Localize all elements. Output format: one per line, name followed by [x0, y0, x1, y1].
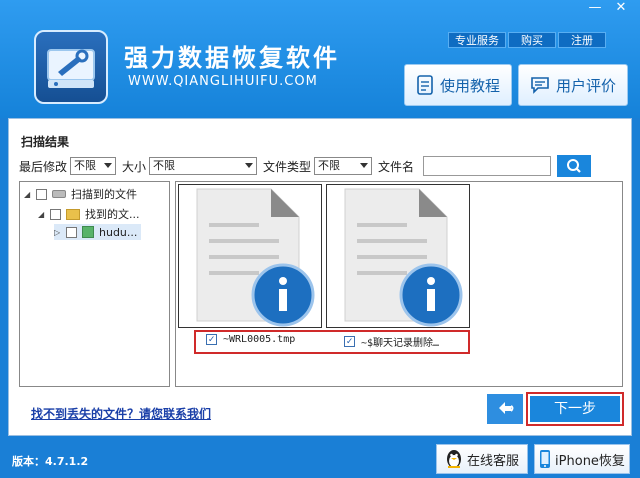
- app-url: WWW.QIANGLIHUIFU.COM: [128, 74, 318, 89]
- expanded-triangle-icon: ◢: [24, 189, 31, 199]
- document-icon: [417, 75, 433, 95]
- type-select[interactable]: 不限: [314, 157, 373, 175]
- phone-icon: [540, 450, 551, 468]
- folder-icon: [66, 208, 80, 220]
- type-label: 文件类型: [263, 159, 312, 174]
- chevron-down-icon: [245, 163, 254, 168]
- review-label: 用户评价: [555, 76, 616, 95]
- next-step-highlight: 下一步: [526, 392, 624, 426]
- tree-leaf-label: hudu...: [99, 225, 138, 239]
- register-link[interactable]: 注册: [558, 32, 606, 48]
- file-checkbox[interactable]: ✓: [206, 334, 217, 345]
- online-service-label: 在线客服: [466, 453, 519, 469]
- file-item[interactable]: ✓ ~WRL0005.tmp: [206, 334, 295, 345]
- collapsed-triangle-icon: ▷: [54, 227, 61, 237]
- file-checkbox[interactable]: ✓: [344, 336, 355, 347]
- tutorial-label: 使用教程: [439, 76, 500, 95]
- chevron-down-icon: [104, 163, 113, 168]
- filename-label: 文件名: [378, 159, 415, 174]
- checkbox[interactable]: [50, 208, 61, 220]
- scan-result-title: 扫描结果: [21, 135, 70, 149]
- pro-service-link[interactable]: 专业服务: [448, 32, 506, 48]
- file-thumbnail[interactable]: [326, 184, 470, 328]
- minimize-button[interactable]: —: [584, 0, 606, 18]
- penguin-icon: [446, 450, 461, 468]
- tree-root[interactable]: ◢ 扫描到的文件: [24, 186, 137, 202]
- top-links: 专业服务 购买 注册: [448, 32, 606, 48]
- type-select-value: 不限: [318, 159, 341, 172]
- comment-icon: [531, 77, 549, 94]
- scan-result-panel: 扫描结果 最后修改 不限 大小 不限 文件类型 不限 文件名 ◢ 扫描到的文件 …: [8, 118, 632, 436]
- modified-label: 最后修改: [19, 159, 68, 174]
- tutorial-button[interactable]: 使用教程: [404, 64, 512, 106]
- file-name: ~WRL0005.tmp: [223, 334, 296, 345]
- file-thumbnail[interactable]: [178, 184, 322, 328]
- iphone-recovery-button[interactable]: iPhone恢复: [534, 444, 630, 474]
- folder-tree: ◢ 扫描到的文件 ◢ 找到的文... ▷ hudu...: [19, 181, 170, 387]
- hard-drive-tool-icon: [47, 49, 95, 88]
- file-info-icon: [196, 188, 315, 327]
- search-icon: [567, 159, 581, 173]
- iphone-recovery-label: iPhone恢复: [555, 453, 625, 469]
- tree-leaf[interactable]: ▷ hudu...: [54, 224, 142, 240]
- size-select[interactable]: 不限: [149, 157, 258, 175]
- file-info-icon: [344, 188, 463, 327]
- tree-child-label: 找到的文...: [85, 208, 140, 221]
- tree-child[interactable]: ◢ 找到的文...: [38, 206, 140, 222]
- expanded-triangle-icon: ◢: [38, 209, 45, 219]
- file-grid: ✓ ~WRL0005.tmp ✓ ~$聊天记录删除…: [175, 181, 623, 387]
- close-button[interactable]: ✕: [610, 0, 632, 18]
- size-select-value: 不限: [153, 159, 176, 172]
- filter-row: 最后修改 不限 大小 不限 文件类型 不限 文件名: [19, 155, 592, 177]
- header: 强力数据恢复软件 WWW.QIANGLIHUIFU.COM — ✕ 专业服务 购…: [0, 0, 640, 118]
- next-step-button[interactable]: 下一步: [530, 396, 620, 422]
- modified-select-value: 不限: [74, 159, 97, 172]
- search-button[interactable]: [557, 155, 592, 177]
- online-service-button[interactable]: 在线客服: [436, 444, 528, 474]
- folder-green-icon: [82, 226, 94, 238]
- checkbox[interactable]: [66, 226, 77, 238]
- contact-help-link[interactable]: 找不到丢失的文件？请您联系我们: [31, 405, 211, 422]
- buy-link[interactable]: 购买: [508, 32, 556, 48]
- size-label: 大小: [122, 159, 147, 174]
- file-item[interactable]: ✓ ~$聊天记录删除…: [344, 334, 439, 349]
- filename-input[interactable]: [423, 156, 552, 176]
- review-button[interactable]: 用户评价: [518, 64, 628, 106]
- tree-root-label: 扫描到的文件: [71, 188, 137, 201]
- file-name: ~$聊天记录删除…: [361, 338, 440, 349]
- app-logo: [34, 30, 108, 104]
- app-title: 强力数据恢复软件: [124, 44, 340, 72]
- drive-icon: [52, 190, 66, 198]
- back-arrow-icon: [499, 402, 514, 414]
- version-label: 版本：4.7.1.2: [12, 455, 89, 468]
- back-button[interactable]: [487, 394, 523, 424]
- checkbox[interactable]: [36, 188, 47, 200]
- chevron-down-icon: [360, 163, 369, 168]
- modified-select[interactable]: 不限: [70, 157, 117, 175]
